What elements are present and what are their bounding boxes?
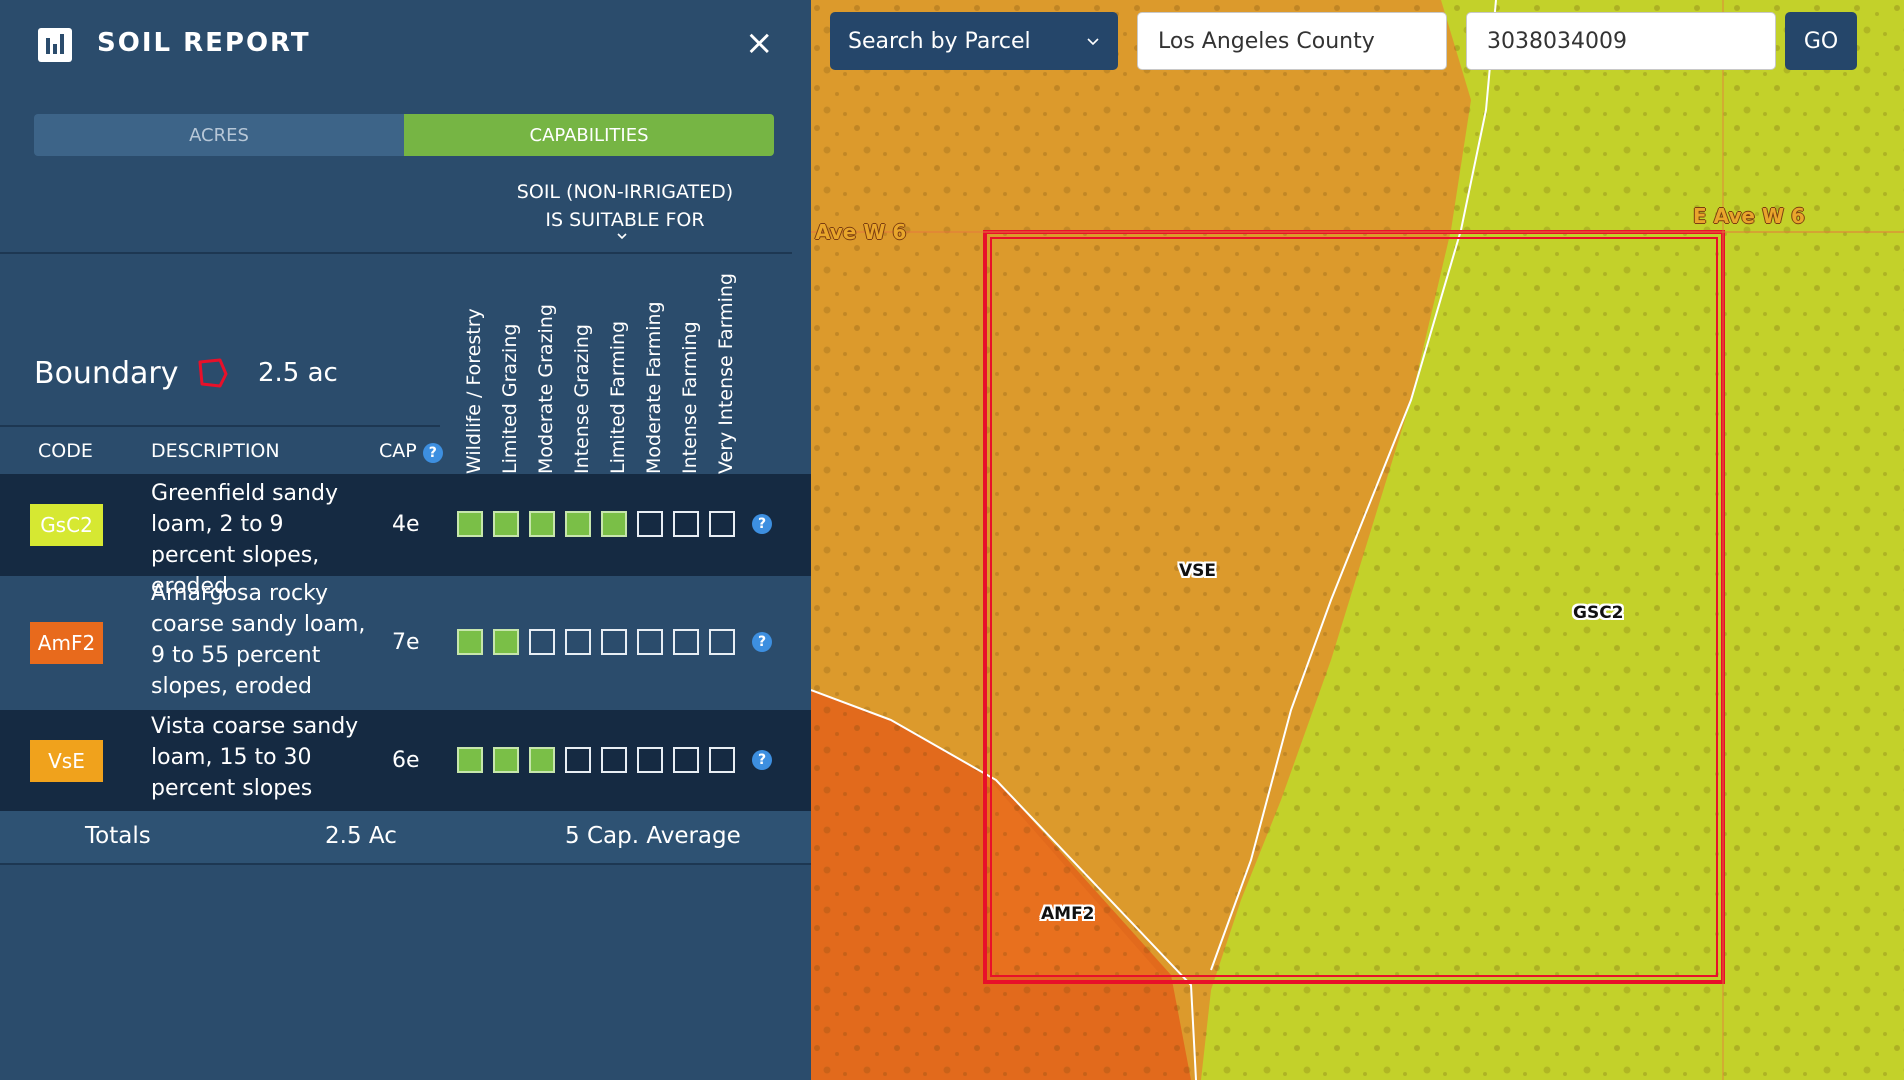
suitability-heading-line1: SOIL (NON-IRRIGATED) — [516, 181, 734, 203]
boundary-label: Boundary — [34, 356, 179, 391]
chevron-down-icon — [1087, 38, 1099, 46]
column-header-cap: CAP ? — [379, 440, 443, 463]
suitability-box — [565, 629, 591, 655]
suitability-box — [709, 747, 735, 773]
street-label: E Ave W 6 — [1693, 204, 1805, 228]
suitability-box — [601, 629, 627, 655]
help-icon[interactable]: ? — [752, 750, 772, 770]
divider — [0, 425, 440, 427]
close-icon[interactable]: × — [745, 24, 774, 62]
suitability-box — [709, 511, 735, 537]
panel-title: SOIL REPORT — [97, 28, 311, 58]
suitability-box — [601, 747, 627, 773]
tab-capabilities[interactable]: CAPABILITIES — [404, 114, 774, 156]
soil-cap: 4e — [392, 512, 420, 537]
chevron-down-icon[interactable] — [616, 230, 628, 242]
street-label: Ave W 6 — [815, 220, 907, 244]
suitability-boxes — [457, 747, 735, 773]
polygon-icon — [198, 358, 228, 388]
county-input[interactable]: Los Angeles County — [1137, 12, 1447, 70]
divider — [0, 252, 792, 254]
terrain-texture — [811, 0, 1904, 1080]
suitability-boxes — [457, 511, 735, 537]
suitability-heading[interactable]: SOIL (NON-IRRIGATED) IS SUITABLE FOR — [470, 178, 780, 234]
soil-code-badge: VsE — [30, 740, 103, 782]
suitability-box — [601, 511, 627, 537]
column-header-description: DESCRIPTION — [151, 440, 280, 462]
suitability-box — [637, 747, 663, 773]
soil-description: Vista coarse sandy loam, 15 to 30 percen… — [151, 714, 359, 801]
suitability-box — [529, 629, 555, 655]
suitability-box — [493, 747, 519, 773]
soil-code-badge: AmF2 — [30, 622, 103, 664]
suitability-box — [673, 629, 699, 655]
boundary-acres: 2.5 ac — [258, 358, 338, 388]
soil-description: Amargosa rocky coarse sandy loam, 9 to 5… — [151, 581, 366, 699]
table-row[interactable]: VsE Vista coarse sandy loam, 15 to 30 pe… — [0, 710, 811, 811]
view-tabs: ACRES CAPABILITIES — [34, 114, 774, 156]
suitability-box — [637, 511, 663, 537]
soil-report-panel: SOIL REPORT × ACRES CAPABILITIES SOIL (N… — [0, 0, 811, 1080]
help-icon[interactable]: ? — [422, 443, 443, 463]
help-icon[interactable]: ? — [752, 632, 772, 652]
search-mode-select[interactable]: Search by Parcel — [830, 12, 1118, 70]
suitability-box — [637, 629, 663, 655]
zone-label-vse: VSE — [1179, 561, 1217, 581]
search-mode-label: Search by Parcel — [848, 28, 1031, 54]
panel-header: SOIL REPORT × — [0, 0, 811, 90]
go-button[interactable]: GO — [1785, 12, 1857, 70]
tab-acres[interactable]: ACRES — [34, 114, 404, 156]
suitability-box — [673, 747, 699, 773]
cap-label: CAP — [379, 440, 417, 462]
zone-label-amf2: AMF2 — [1041, 904, 1095, 924]
column-header-code: CODE — [38, 440, 93, 462]
map-view[interactable]: Ave W 6 E Ave W 6 VSE GSC2 AMF2 — [811, 0, 1904, 1080]
soil-cap: 6e — [392, 748, 420, 773]
suitability-box — [565, 511, 591, 537]
suitability-box — [673, 511, 699, 537]
table-row[interactable]: GsC2 Greenfield sandy loam, 2 to 9 perce… — [0, 474, 811, 599]
suitability-box — [529, 511, 555, 537]
soil-code-badge: GsC2 — [30, 504, 103, 546]
bar-chart-icon — [38, 28, 72, 62]
totals-row: Totals 2.5 Ac 5 Cap. Average — [0, 811, 811, 865]
totals-average: 5 Cap. Average — [565, 823, 741, 849]
suitability-box — [457, 511, 483, 537]
suitability-box — [493, 629, 519, 655]
soil-map — [811, 0, 1904, 1080]
soil-cap: 7e — [392, 630, 420, 655]
totals-acres: 2.5 Ac — [325, 823, 397, 849]
totals-label: Totals — [85, 823, 151, 849]
zone-label-gsc2: GSC2 — [1573, 603, 1624, 623]
suitability-box — [565, 747, 591, 773]
suitability-boxes — [457, 629, 735, 655]
suitability-box — [493, 511, 519, 537]
suitability-box — [457, 629, 483, 655]
table-row[interactable]: AmF2 Amargosa rocky coarse sandy loam, 9… — [0, 576, 811, 710]
parcel-input[interactable]: 3038034009 — [1466, 12, 1776, 70]
suitability-box — [529, 747, 555, 773]
suitability-box — [709, 629, 735, 655]
help-icon[interactable]: ? — [752, 514, 772, 534]
suitability-box — [457, 747, 483, 773]
